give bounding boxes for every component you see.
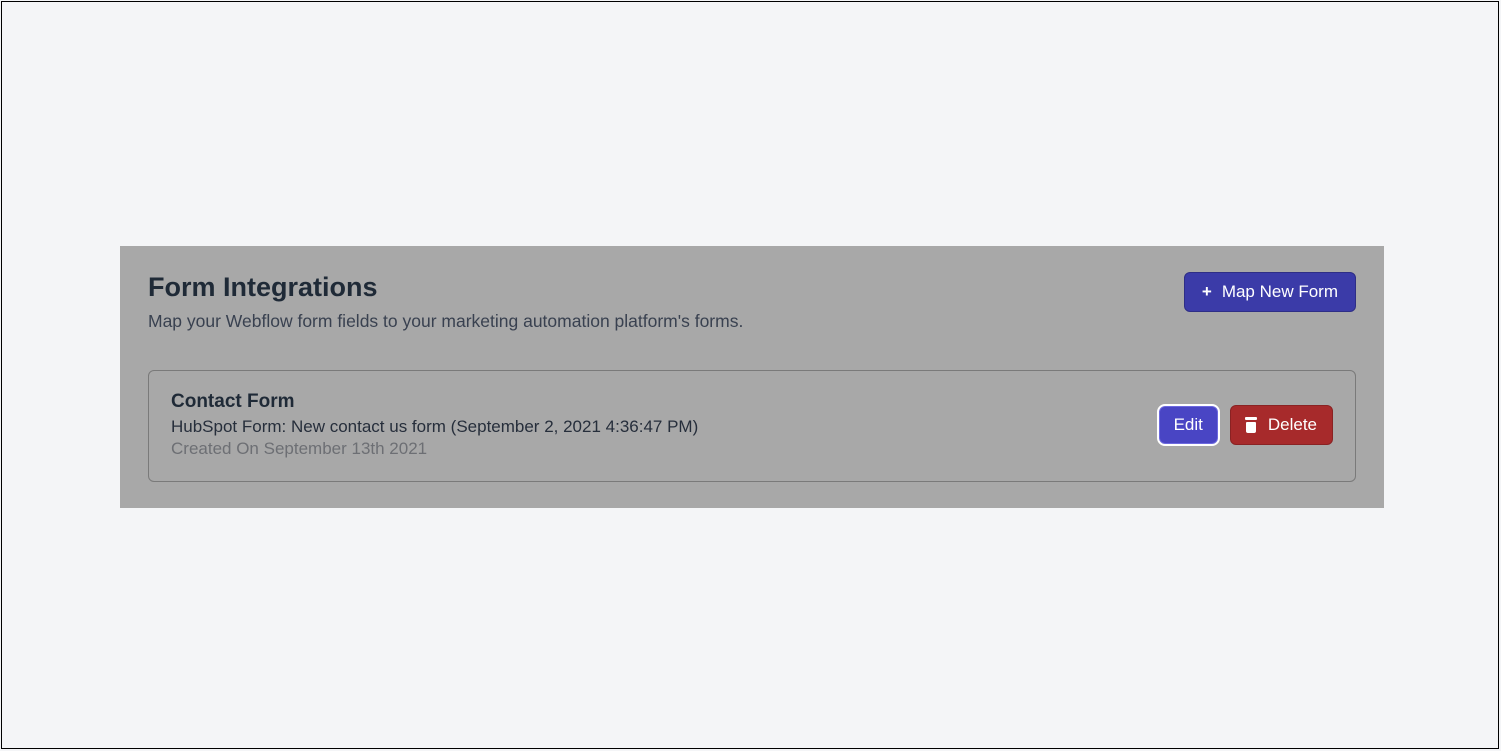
map-new-form-button[interactable]: + Map New Form [1184,272,1356,312]
map-new-form-label: Map New Form [1222,282,1338,302]
page-subtitle: Map your Webflow form fields to your mar… [148,311,1184,332]
form-integrations-panel: Form Integrations Map your Webflow form … [120,246,1384,508]
form-card-actions: Edit Delete [1159,405,1333,445]
form-integration-card: Contact Form HubSpot Form: New contact u… [148,370,1356,482]
form-card-info: Contact Form HubSpot Form: New contact u… [171,391,1159,459]
plus-icon: + [1202,283,1212,300]
edit-button[interactable]: Edit [1159,406,1218,444]
panel-header-text: Form Integrations Map your Webflow form … [148,272,1184,332]
trash-icon [1244,417,1258,433]
delete-button-label: Delete [1268,415,1317,435]
form-card-created: Created On September 13th 2021 [171,439,1159,459]
app-frame: Form Integrations Map your Webflow form … [1,1,1499,749]
page-title: Form Integrations [148,272,1184,303]
edit-button-label: Edit [1174,415,1203,435]
form-card-title: Contact Form [171,391,1159,413]
panel-header: Form Integrations Map your Webflow form … [148,272,1356,332]
delete-button[interactable]: Delete [1230,405,1333,445]
form-card-detail: HubSpot Form: New contact us form (Septe… [171,417,1159,437]
